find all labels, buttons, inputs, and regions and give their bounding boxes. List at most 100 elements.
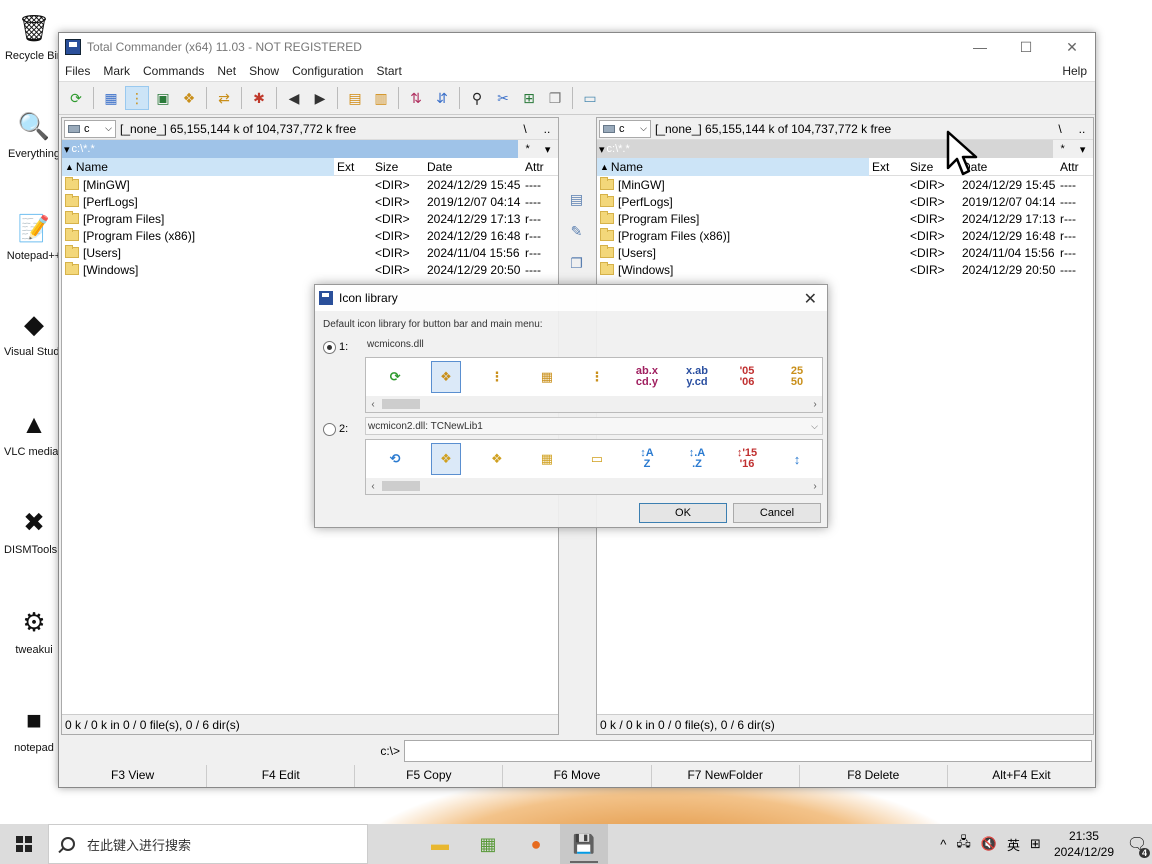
desktop-icon[interactable]: ■ notepad [4, 700, 64, 755]
menu-commands[interactable]: Commands [143, 64, 204, 78]
edit-file-icon[interactable]: ✎ [565, 219, 589, 243]
sort-name-icon[interactable]: ↕A Z [622, 444, 672, 474]
desktop-icon[interactable]: 🗑 Recycle Bin [4, 8, 64, 63]
f7-newfolder-button[interactable]: F7 NewFolder [652, 765, 800, 787]
forward-icon[interactable]: ▶ [308, 86, 332, 110]
brief-view-icon[interactable]: ▦ [522, 444, 572, 474]
file-row[interactable]: [MinGW] <DIR> 2024/12/29 15:45 ---- [62, 176, 558, 193]
sort-date-icon[interactable]: ↕'15 '16 [722, 444, 772, 474]
scroll-thumb[interactable] [382, 481, 420, 491]
list-view-icon[interactable]: ▭ [572, 444, 622, 474]
desktop-icon[interactable]: ▲ VLC media player [4, 404, 64, 459]
file-row[interactable]: [Program Files] <DIR> 2024/12/29 17:13 r--- [597, 210, 1093, 227]
sort-date-icon[interactable]: '05'06 [722, 362, 772, 392]
left-history-button[interactable]: * [526, 143, 530, 155]
library1-radio[interactable] [323, 341, 336, 354]
thumbnails-icon[interactable]: ▣ [151, 86, 175, 110]
library1-scrollbar[interactable]: ‹ › [366, 396, 822, 412]
desktop-icon[interactable]: ◆ Visual Studio Code [4, 304, 64, 359]
find-files-icon[interactable]: ⚲ [465, 86, 489, 110]
notepadpp-taskbar-icon[interactable]: ▦ [464, 824, 512, 864]
altf4-exit-button[interactable]: Alt+F4 Exit [948, 765, 1095, 787]
left-col-name[interactable]: ▲ Name [62, 157, 334, 176]
file-row[interactable]: [Users] <DIR> 2024/11/04 15:56 r--- [597, 244, 1093, 261]
file-row[interactable]: [Windows] <DIR> 2024/12/29 20:50 ---- [62, 261, 558, 278]
f6-move-button[interactable]: F6 Move [503, 765, 652, 787]
sort-ext-icon[interactable]: x.ab y.cd [672, 362, 722, 392]
start-button[interactable] [0, 824, 48, 864]
notification-center-icon[interactable]: 🗨 4 [1122, 834, 1152, 858]
sort-size-icon[interactable]: ↕ [772, 444, 822, 474]
sort-size-icon[interactable]: 25 50 [772, 362, 822, 392]
library2-combo[interactable]: wcmicon2.dll: TCNewLib1 ⌵ [365, 417, 823, 435]
scroll-right-icon[interactable]: › [808, 399, 822, 410]
file-row[interactable]: [Users] <DIR> 2024/11/04 15:56 r--- [62, 244, 558, 261]
file-explorer-icon[interactable]: ▬ [416, 824, 464, 864]
sort-ext-icon[interactable]: ↕.A .Z [672, 444, 722, 474]
desktop-icon[interactable]: ⚙ tweakui [4, 602, 64, 657]
view-file-icon[interactable]: ▤ [565, 187, 589, 211]
f4-edit-button[interactable]: F4 Edit [207, 765, 356, 787]
copy-names-icon[interactable]: ❐ [543, 86, 567, 110]
cancel-button[interactable]: Cancel [733, 503, 821, 523]
desktop-icon[interactable]: 📝 Notepad++ [4, 208, 64, 263]
multi-rename-icon[interactable]: ✂ [491, 86, 515, 110]
show-hidden-icons-icon[interactable]: ^ [940, 837, 946, 852]
invert-selection-icon[interactable]: ⇄ [212, 86, 236, 110]
brief-view-icon[interactable]: ▦ [99, 86, 123, 110]
firefox-icon[interactable]: ● [512, 824, 560, 864]
left-col-attr[interactable]: Attr [522, 160, 556, 174]
left-parent-button[interactable]: .. [536, 122, 558, 136]
zip-pack-icon[interactable]: ▤ [343, 86, 367, 110]
list-view-icon[interactable]: ⋮ [572, 362, 622, 392]
sort-name-icon[interactable]: ab.x cd.y [622, 362, 672, 392]
brief-view-icon[interactable]: ▦ [522, 362, 572, 392]
library2-icon-strip[interactable]: ⟲ ❖ ❖ ▦ ▭ ↕A Z ↕.A .Z ↕'15 '16 ↕ ‹ › [365, 439, 823, 495]
left-col-ext[interactable]: Ext [334, 160, 372, 174]
file-row[interactable]: [MinGW] <DIR> 2024/12/29 15:45 ---- [597, 176, 1093, 193]
pack-icon[interactable]: ✱ [247, 86, 271, 110]
scroll-right-icon[interactable]: › [808, 481, 822, 492]
clock[interactable]: 21:35 2024/12/29 [1054, 828, 1114, 860]
notepad-icon[interactable]: ▭ [578, 86, 602, 110]
volume-muted-icon[interactable]: 🔇 [981, 836, 997, 852]
total-commander-taskbar-icon[interactable]: 💾 [560, 824, 608, 864]
file-row[interactable]: [Program Files (x86)] <DIR> 2024/12/29 16:… [597, 227, 1093, 244]
left-col-date[interactable]: Date [424, 160, 522, 174]
right-drive-selector[interactable]: c ⌵ [599, 119, 651, 138]
tree-view-icon[interactable]: ❖ [431, 361, 461, 393]
menu-help[interactable]: Help [1062, 64, 1087, 78]
right-parent-button[interactable]: .. [1071, 122, 1093, 136]
copy-file-icon[interactable]: ❐ [565, 251, 589, 275]
ok-button[interactable]: OK [639, 503, 727, 523]
tree-view-icon[interactable]: ❖ [431, 443, 461, 475]
taskbar-search-box[interactable]: 在此键入进行搜索 [48, 824, 368, 864]
left-root-button[interactable]: \ [514, 122, 536, 136]
left-hotlist-button[interactable]: ▾ [545, 143, 551, 156]
dialog-title-bar[interactable]: Icon library ✕ [315, 285, 827, 311]
f8-delete-button[interactable]: F8 Delete [800, 765, 948, 787]
menu-show[interactable]: Show [249, 64, 279, 78]
right-col-name[interactable]: ▲ Name [597, 157, 869, 176]
right-history-button[interactable]: * [1061, 143, 1065, 155]
file-row[interactable]: [Program Files (x86)] <DIR> 2024/12/29 16:… [62, 227, 558, 244]
tree-icon[interactable]: ❖ [472, 444, 522, 474]
back-icon[interactable]: ◀ [282, 86, 306, 110]
desktop-icon[interactable]: ✖ DISMTools Preview [4, 502, 64, 557]
file-row[interactable]: [Program Files] <DIR> 2024/12/29 17:13 r--- [62, 210, 558, 227]
sync-dirs-icon[interactable]: ⊞ [517, 86, 541, 110]
left-path-bar[interactable]: ▾ c:\*.* * ▾ [62, 140, 558, 158]
input-language-icon[interactable]: 英 [1007, 835, 1020, 854]
library1-icon-strip[interactable]: ⟳ ❖ ⋮ ▦ ⋮ ab.x cd.y x.ab y.cd '05'06 25 50 ‹ › [365, 357, 823, 413]
url-connect-icon[interactable]: ⇵ [430, 86, 454, 110]
menu-files[interactable]: Files [65, 64, 90, 78]
ime-mode-icon[interactable]: ⊞ [1030, 836, 1041, 852]
menu-net[interactable]: Net [217, 64, 236, 78]
close-button[interactable]: ✕ [1049, 33, 1095, 61]
menu-mark[interactable]: Mark [103, 64, 130, 78]
library2-scrollbar[interactable]: ‹ › [366, 478, 822, 494]
refresh-icon[interactable]: ⟳ [64, 86, 88, 110]
file-row[interactable]: [Windows] <DIR> 2024/12/29 20:50 ---- [597, 261, 1093, 278]
close-icon[interactable]: ✕ [804, 289, 817, 309]
scroll-thumb[interactable] [382, 399, 420, 409]
